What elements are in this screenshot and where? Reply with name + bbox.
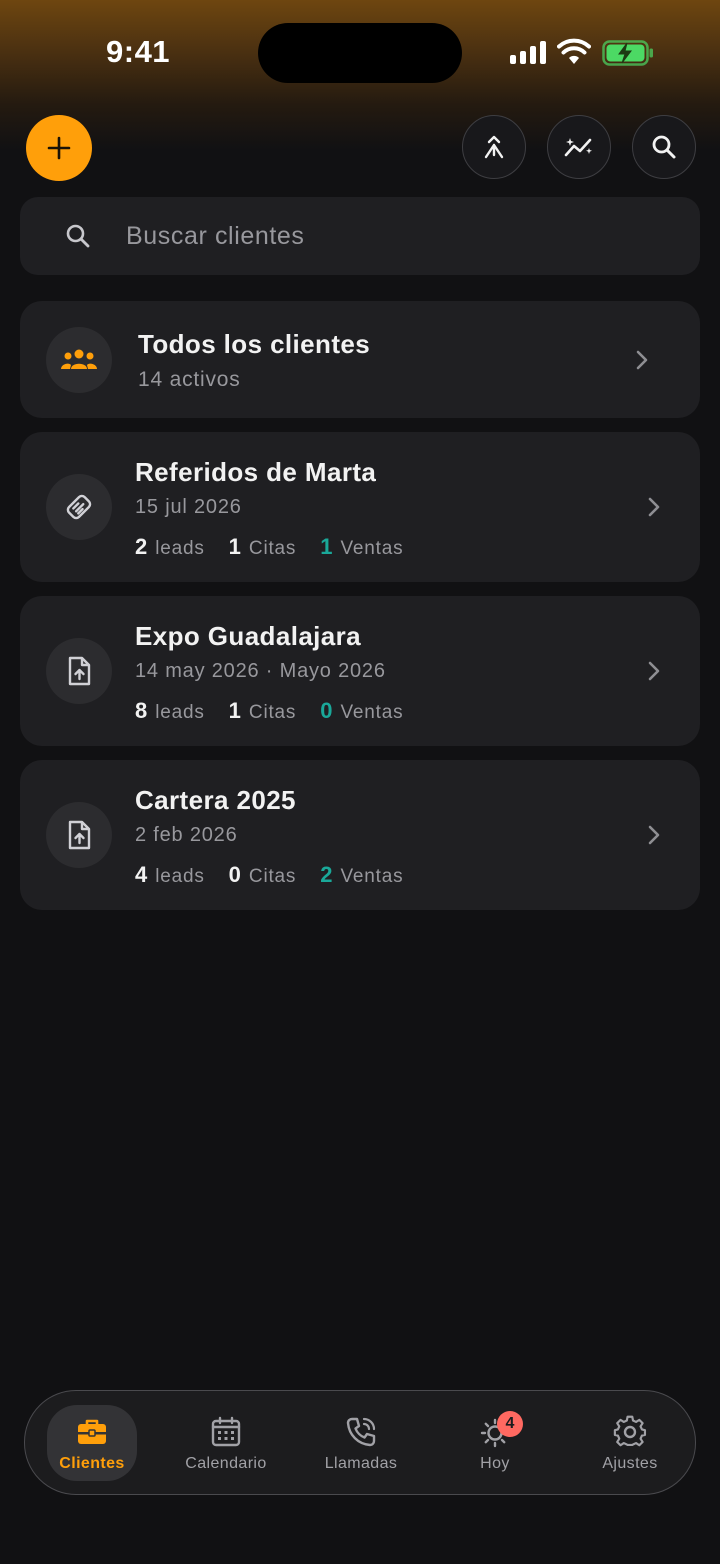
tab-label: Clientes [59,1455,125,1472]
chevron-right-icon [648,497,660,517]
chevron-right-icon [648,661,660,681]
citas-count: 0 [228,862,241,887]
leads-label: leads [155,866,205,887]
ventas-count: 2 [320,862,333,887]
phone-icon [346,1417,376,1447]
tab-clientes[interactable]: Clientes [47,1405,137,1481]
group-title: Expo Guadalajara [135,621,362,651]
calendar-icon [211,1416,241,1447]
cellular-signal-icon [510,40,546,64]
tab-llamadas[interactable]: Llamadas [301,1405,421,1481]
leads-stat: 8 leads [135,698,205,724]
status-time: 9:41 [106,34,171,69]
group-stats: 8 leads 1 Citas 0 Ventas [135,698,427,724]
citas-stat: 1 Citas [229,698,297,724]
ventas-label: Ventas [340,866,404,887]
group-title: Cartera 2025 [135,785,296,815]
battery-charging-icon [602,40,653,66]
group-icon-container [46,327,112,393]
search-bar[interactable] [20,197,700,275]
merge-button[interactable] [462,115,526,179]
leads-count: 2 [135,534,148,559]
citas-stat: 0 Citas [229,862,297,888]
handshake-icon [66,494,92,520]
group-stats: 2 leads 1 Citas 1 Ventas [135,534,427,560]
file-upload-icon [68,656,91,686]
ventas-stat: 0 Ventas [320,698,403,724]
leads-stat: 2 leads [135,534,205,560]
group-icon [61,349,97,369]
search-button[interactable] [632,115,696,179]
ventas-stat: 2 Ventas [320,862,403,888]
leads-count: 8 [135,698,148,723]
briefcase-icon [78,1419,106,1444]
chevron-right-icon [648,825,660,845]
tab-ajustes[interactable]: Ajustes [570,1405,690,1481]
ventas-count: 0 [320,698,333,723]
citas-count: 1 [228,698,241,723]
citas-count: 1 [228,534,241,559]
ventas-count: 1 [320,534,333,559]
group-card-icon-container [46,474,112,540]
tab-label: Llamadas [324,1455,398,1472]
citas-label: Citas [248,702,297,723]
insights-button[interactable] [547,115,611,179]
all-clients-count: 14 activos [138,368,241,391]
group-date: 14 may 2026 · Mayo 2026 [135,660,386,682]
search-icon [652,135,676,159]
sparkle-chart-icon [564,138,592,157]
group-stats: 4 leads 0 Citas 2 Ventas [135,862,427,888]
search-input[interactable] [126,211,686,261]
file-upload-icon [68,820,91,850]
citas-label: Citas [248,538,297,559]
group-card[interactable]: Referidos de Marta 15 jul 2026 2 leads 1… [20,432,700,582]
leads-label: leads [155,702,205,723]
citas-label: Citas [248,866,297,887]
ventas-label: Ventas [340,702,404,723]
all-clients-card[interactable]: Todos los clientes 14 activos [20,301,700,418]
leads-label: leads [155,538,205,559]
wifi-icon [557,38,591,64]
group-card-icon-container [46,638,112,704]
ventas-label: Ventas [340,538,404,559]
group-card[interactable]: Cartera 2025 2 feb 2026 4 leads 0 Citas … [20,760,700,910]
merge-icon [484,135,504,159]
notification-badge: 4 [497,1411,523,1437]
citas-stat: 1 Citas [229,534,297,560]
tab-bar: Clientes Calendario Llamadas Hoy 4 Ajust… [24,1390,696,1495]
dynamic-island [258,23,462,83]
tab-hoy[interactable]: Hoy 4 [435,1405,555,1481]
leads-stat: 4 leads [135,862,205,888]
group-card-icon-container [46,802,112,868]
tab-label: Ajustes [602,1455,658,1472]
gear-icon [613,1415,647,1447]
search-field-icon [66,224,90,248]
tab-label: Hoy [480,1455,510,1472]
group-date: 15 jul 2026 [135,496,242,518]
add-button[interactable] [26,115,92,181]
group-card[interactable]: Expo Guadalajara 14 may 2026 · Mayo 2026… [20,596,700,746]
status-bar: 9:41 [0,0,720,105]
chevron-right-icon [636,350,648,370]
ventas-stat: 1 Ventas [320,534,403,560]
group-title: Referidos de Marta [135,457,377,487]
tab-label: Calendario [185,1455,267,1472]
leads-count: 4 [135,862,148,887]
group-date: 2 feb 2026 [135,824,238,846]
tab-calendario[interactable]: Calendario [166,1405,286,1481]
all-clients-title: Todos los clientes [138,329,371,359]
add-icon [47,136,71,160]
